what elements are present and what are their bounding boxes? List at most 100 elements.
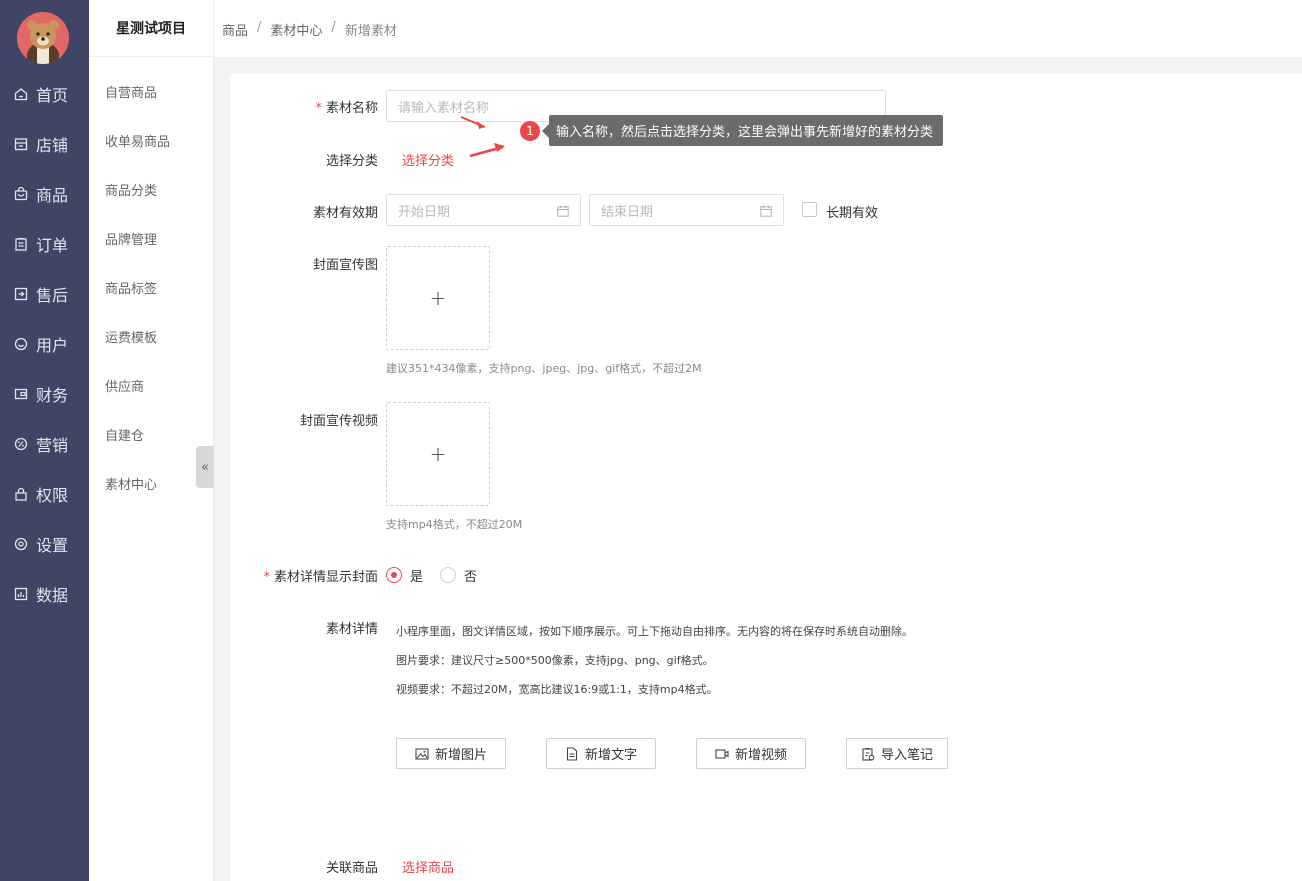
clipboard-icon	[14, 237, 28, 251]
calendar-icon	[557, 205, 569, 217]
after-sale-icon	[14, 287, 28, 301]
start-date-placeholder: 开始日期	[398, 204, 451, 220]
breadcrumb-separator: /	[331, 20, 336, 35]
chart-icon	[14, 587, 28, 601]
detail-desc-line: 视频要求：不超过20M，宽高比建议16:9或1:1，支持mp4格式。	[396, 683, 718, 696]
nav-label: 用户	[36, 336, 69, 355]
nav-label: 首页	[36, 86, 69, 105]
show-cover-no-label: 否	[464, 570, 478, 585]
add-text-button[interactable]: 新增文字	[546, 738, 656, 769]
store-icon	[14, 137, 28, 151]
show-cover-label-text: 素材详情显示封面	[273, 570, 378, 585]
user-icon	[14, 337, 28, 351]
nav-label: 订单	[36, 236, 69, 255]
breadcrumb-item[interactable]: 商品	[222, 20, 248, 39]
sidebar-item-supplier[interactable]: 供应商	[105, 376, 144, 395]
nav-label: 售后	[36, 286, 69, 305]
add-text-label: 新增文字	[584, 748, 637, 763]
nav-item-data[interactable]: 数据	[0, 574, 89, 614]
bag-icon	[14, 187, 28, 201]
related-goods-label: 关联商品	[325, 861, 378, 876]
annotation-tooltip: 输入名称，然后点击选择分类，这里会弹出事先新增好的素材分类	[541, 115, 944, 146]
annotation-arrows	[460, 116, 505, 158]
cover-image-upload[interactable]: +	[386, 246, 490, 350]
nav-item-permissions[interactable]: 权限	[0, 474, 89, 514]
sidebar-item-shoudanyi-goods[interactable]: 收单易商品	[105, 131, 170, 150]
nav-label: 财务	[36, 386, 69, 405]
required-mark: *	[315, 101, 322, 116]
add-image-label: 新增图片	[434, 748, 487, 763]
select-category-link[interactable]: 选择分类	[402, 150, 454, 169]
validity-label: 素材有效期	[312, 206, 378, 221]
plus-icon: +	[429, 442, 447, 466]
show-cover-no-radio[interactable]	[440, 567, 456, 583]
sidebar-item-material-center[interactable]: 素材中心	[105, 474, 157, 493]
cover-image-hint: 建议351*434像素，支持png、jpeg、jpg、gif格式，不超过2M	[386, 362, 702, 375]
double-chevron-left-icon: «	[201, 459, 209, 475]
nav-label: 营销	[36, 436, 69, 455]
long-term-label: 长期有效	[826, 206, 879, 221]
nav-item-orders[interactable]: 订单	[0, 224, 89, 264]
home-icon	[14, 87, 28, 101]
sidebar-item-warehouse[interactable]: 自建仓	[105, 425, 144, 444]
percent-icon	[14, 437, 28, 451]
add-video-button[interactable]: 新增视频	[696, 738, 806, 769]
detail-desc-line: 小程序里面，图文详情区域，按如下顺序展示。可上下拖动自由排序。无内容的将在保存时…	[396, 625, 913, 638]
start-date-input[interactable]: 开始日期	[386, 194, 581, 226]
add-image-button[interactable]: 新增图片	[396, 738, 506, 769]
breadcrumb-current: 新增素材	[344, 24, 397, 39]
sidebar-item-brand[interactable]: 品牌管理	[105, 229, 157, 248]
collapse-sidebar-button[interactable]: «	[196, 446, 214, 488]
show-cover-label: * 素材详情显示封面	[263, 566, 378, 585]
calendar-icon	[760, 205, 772, 217]
plus-icon: +	[429, 286, 447, 310]
avatar[interactable]	[17, 12, 69, 64]
annotation-step-badge: 1	[520, 121, 540, 141]
nav-item-finance[interactable]: 财务	[0, 374, 89, 414]
detail-label: 素材详情	[325, 622, 378, 637]
cover-image-label: 封面宣传图	[312, 258, 378, 273]
cover-video-hint: 支持mp4格式，不超过20M	[386, 518, 523, 531]
nav-item-home[interactable]: 首页	[0, 74, 89, 114]
sidebar-item-goods-tags[interactable]: 商品标签	[105, 278, 157, 297]
nav-label: 设置	[36, 536, 69, 555]
nav-item-settings[interactable]: 设置	[0, 524, 89, 564]
cover-video-label: 封面宣传视频	[299, 414, 378, 429]
import-note-label: 导入笔记	[880, 748, 933, 763]
nav-item-users[interactable]: 用户	[0, 324, 89, 364]
show-cover-yes-label: 是	[410, 570, 424, 585]
clipboard-import-icon	[862, 747, 875, 761]
nav-label: 数据	[36, 586, 69, 605]
nav-item-store[interactable]: 店铺	[0, 124, 89, 164]
cover-video-upload[interactable]: +	[386, 402, 490, 506]
nav-label: 商品	[36, 186, 69, 205]
breadcrumb-item[interactable]: 素材中心	[270, 20, 322, 39]
nav-item-marketing[interactable]: 营销	[0, 424, 89, 464]
import-note-button[interactable]: 导入笔记	[846, 738, 948, 769]
show-cover-yes-radio[interactable]	[386, 567, 402, 583]
header: 商品 / 素材中心 / 新增素材	[214, 0, 1302, 57]
add-video-label: 新增视频	[734, 748, 787, 763]
category-label: 选择分类	[325, 154, 378, 169]
select-goods-link[interactable]: 选择商品	[402, 857, 454, 876]
sidebar-item-goods-category[interactable]: 商品分类	[105, 180, 157, 199]
app: 首页 店铺 商品 订单 售后 用户 财务 营销 权限 设置 数据 星测试项目 自…	[0, 0, 1302, 881]
end-date-input[interactable]: 结束日期	[589, 194, 784, 226]
sidebar-item-shipping-template[interactable]: 运费模板	[105, 327, 157, 346]
long-term-checkbox[interactable]	[802, 202, 817, 217]
nav-item-goods[interactable]: 商品	[0, 174, 89, 214]
project-title: 星测试项目	[89, 0, 213, 57]
nav-label: 店铺	[36, 136, 69, 155]
lock-icon	[14, 487, 28, 501]
name-label: * 素材名称	[315, 97, 378, 116]
document-icon	[566, 746, 578, 761]
sidebar-item-self-goods[interactable]: 自营商品	[105, 82, 157, 101]
breadcrumb-separator: /	[257, 20, 262, 35]
name-label-text: 素材名称	[325, 101, 378, 116]
nav-item-after-sale[interactable]: 售后	[0, 274, 89, 314]
image-icon	[415, 747, 429, 760]
detail-desc-line: 图片要求：建议尺寸≥500*500像素，支持jpg、png、gif格式。	[396, 654, 714, 667]
gear-icon	[14, 537, 28, 551]
main-nav: 首页 店铺 商品 订单 售后 用户 财务 营销 权限 设置 数据	[0, 0, 89, 881]
video-icon	[715, 748, 729, 759]
